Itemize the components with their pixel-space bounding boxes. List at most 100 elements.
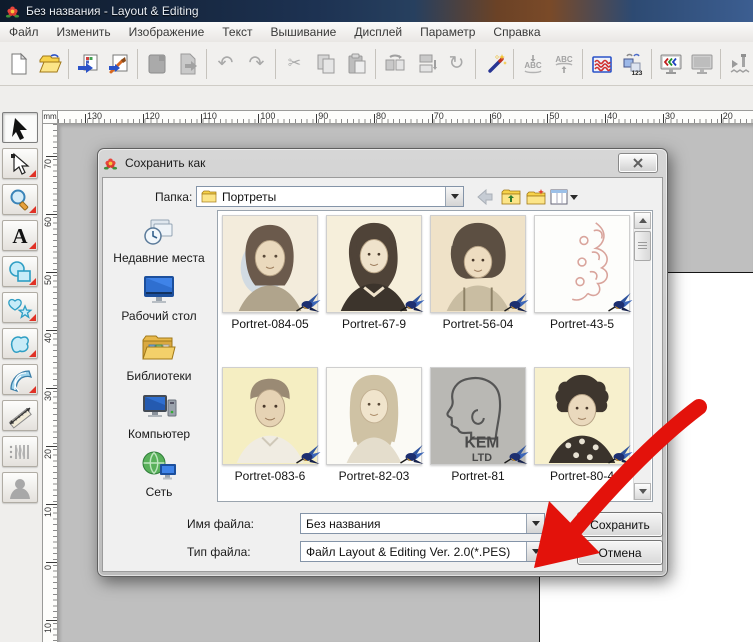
flip-horizontal-icon[interactable]	[379, 48, 410, 80]
filename-combobox[interactable]: Без названия	[300, 513, 545, 534]
sewing-order-icon[interactable]: 123	[617, 48, 648, 80]
flip-vertical-icon[interactable]	[410, 48, 441, 80]
back-icon[interactable]	[473, 186, 497, 208]
menu-text[interactable]: Текст	[213, 22, 261, 42]
save-button[interactable]: Сохранить	[577, 512, 663, 537]
ruler-label: 30	[44, 391, 53, 401]
new-folder-icon[interactable]	[524, 186, 548, 208]
menu-edit[interactable]: Изменить	[48, 22, 120, 42]
measure-tool-icon[interactable]	[2, 400, 38, 431]
pes-file-badge-icon	[503, 443, 530, 467]
ruler-label: 50	[549, 112, 559, 121]
place-desktop[interactable]: Рабочий стол	[103, 274, 215, 323]
place-libraries[interactable]: Библиотеки	[103, 332, 215, 383]
stitch-view-icon[interactable]	[686, 48, 717, 80]
shapes-tool-icon[interactable]	[2, 256, 38, 287]
ruler-label: 40	[607, 112, 617, 121]
file-item[interactable]: Portret-67-9	[326, 215, 422, 331]
toolbar-separator	[206, 49, 207, 79]
ruler-label: 0	[44, 565, 53, 570]
view-menu-icon[interactable]	[549, 186, 579, 208]
image-wizard-icon[interactable]	[479, 48, 510, 80]
place-computer[interactable]: Компьютер	[103, 392, 215, 441]
file-item[interactable]: Portret-083-6	[222, 367, 318, 483]
open-file-icon[interactable]	[34, 48, 65, 80]
text-arc-down-icon[interactable]: ABC	[517, 48, 548, 80]
toolbar-separator	[375, 49, 376, 79]
menu-file[interactable]: Файл	[0, 22, 48, 42]
ruler-tick	[46, 446, 57, 447]
file-list-scrollbar[interactable]	[633, 212, 651, 500]
cut-icon[interactable]: ✂	[279, 48, 310, 80]
folder-combobox[interactable]: Портреты	[196, 186, 464, 207]
ruler-tick	[46, 388, 57, 389]
scrollbar-thumb[interactable]	[634, 231, 651, 261]
image-to-stitch-icon[interactable]	[103, 48, 134, 80]
up-one-level-icon[interactable]	[499, 186, 523, 208]
toolbar-separator	[68, 49, 69, 79]
filename-dropdown-button[interactable]	[526, 514, 544, 533]
realistic-view-icon[interactable]	[655, 48, 686, 80]
dialog-title-bar[interactable]: Сохранить как	[98, 149, 667, 177]
import-image-icon[interactable]	[72, 48, 103, 80]
ruler-tick	[663, 114, 664, 123]
place-recent[interactable]: Недавние места	[103, 214, 215, 265]
computer-icon	[140, 392, 178, 424]
text-arc-up-icon[interactable]: ABC	[548, 48, 579, 80]
menu-sew[interactable]: Вышивание	[261, 22, 345, 42]
menu-option[interactable]: Параметр	[411, 22, 484, 42]
file-item[interactable]: KEMLTD Portret-81	[430, 367, 526, 483]
folder-icon	[201, 190, 217, 203]
file-label: Portret-80-4	[534, 469, 630, 483]
copy-icon[interactable]	[310, 48, 341, 80]
heart-star-tool-icon[interactable]	[2, 292, 38, 323]
flyout-marker	[29, 170, 36, 177]
export-icon[interactable]	[172, 48, 203, 80]
chevron-down-icon	[570, 195, 578, 200]
ruler-label: 70	[44, 159, 53, 169]
filetype-combobox[interactable]: Файл Layout & Editing Ver. 2.0(*.PES)	[300, 541, 545, 562]
stitch-simulator-icon[interactable]	[724, 48, 753, 80]
sewing-attributes-tool-icon[interactable]	[2, 436, 38, 467]
filetype-label: Тип файла:	[187, 545, 251, 559]
places-sidebar: Недавние места Рабочий стол	[103, 214, 215, 508]
outline-tool-icon[interactable]	[2, 328, 38, 359]
filetype-dropdown-button[interactable]	[526, 542, 544, 561]
ruler-tick	[46, 272, 57, 273]
scroll-down-button[interactable]	[634, 483, 651, 500]
file-item[interactable]: Portret-80-4	[534, 367, 630, 483]
zoom-tool-icon[interactable]	[2, 184, 38, 215]
scroll-up-button[interactable]	[634, 212, 651, 229]
write-to-card-icon[interactable]	[141, 48, 172, 80]
thread-chart-icon[interactable]	[586, 48, 617, 80]
file-item[interactable]: Portret-43-5	[534, 215, 630, 331]
ruler-tick	[201, 114, 202, 123]
new-document-icon[interactable]	[3, 48, 34, 80]
ruler-label: 60	[44, 217, 53, 227]
manual-punch-tool-icon[interactable]	[2, 364, 38, 395]
file-label: Portret-81	[430, 469, 526, 483]
undo-icon[interactable]: ↶	[210, 48, 241, 80]
cancel-button[interactable]: Отмена	[577, 540, 663, 565]
portrait-tool-icon[interactable]	[2, 472, 38, 503]
menu-help[interactable]: Справка	[484, 22, 549, 42]
select-tool-icon[interactable]	[2, 112, 38, 143]
menu-display[interactable]: Дисплей	[345, 22, 411, 42]
menu-image[interactable]: Изображение	[120, 22, 214, 42]
place-network[interactable]: Сеть	[103, 450, 215, 499]
close-icon[interactable]	[618, 153, 658, 173]
redo-icon[interactable]: ↷	[241, 48, 272, 80]
flyout-marker	[29, 278, 36, 285]
rotate-icon[interactable]: ↻	[441, 48, 472, 80]
paste-icon[interactable]	[341, 48, 372, 80]
point-edit-tool-icon[interactable]	[2, 148, 38, 179]
pes-file-badge-icon	[295, 443, 322, 467]
file-thumbnail	[326, 215, 422, 313]
title-bar[interactable]: Без названия - Layout & Editing	[0, 0, 753, 23]
file-item[interactable]: Portret-084-05	[222, 215, 318, 331]
toolbar-separator	[275, 49, 276, 79]
folder-dropdown-button[interactable]	[445, 187, 463, 206]
text-tool-icon[interactable]: A	[2, 220, 38, 251]
file-item[interactable]: Portret-56-04	[430, 215, 526, 331]
file-item[interactable]: Portret-82-03	[326, 367, 422, 483]
